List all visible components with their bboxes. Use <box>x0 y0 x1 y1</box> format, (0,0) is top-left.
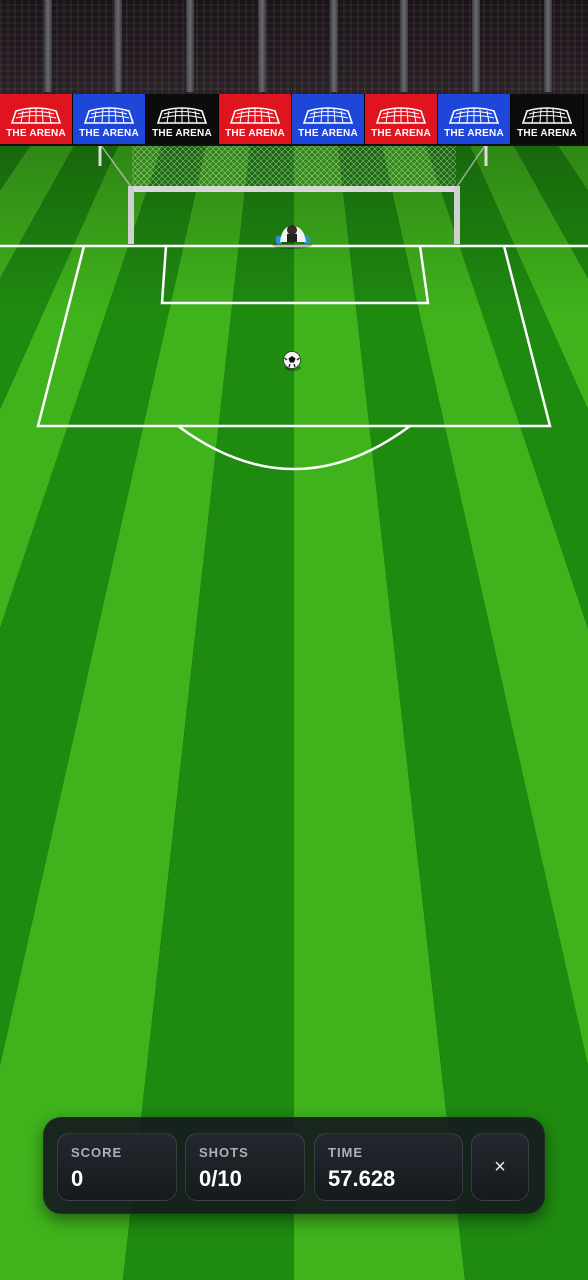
stand-post <box>114 0 122 92</box>
stadium-logo-icon <box>448 107 500 124</box>
ad-board: THE ARENA <box>0 94 73 144</box>
ad-board: THE ARENA <box>292 94 365 144</box>
stand-post <box>400 0 408 92</box>
advertising-boards: THE ARENA THE ARENA THE ARENA THE ARENA THE … <box>0 94 588 146</box>
stadium-logo-icon <box>375 107 427 124</box>
ad-board-text: THE ARENA <box>79 128 139 139</box>
ad-board: THE ARENA <box>511 94 584 144</box>
time-value: 57.628 <box>328 1166 396 1191</box>
ad-board: THE ARENA <box>365 94 438 144</box>
football[interactable] <box>283 351 302 372</box>
stadium-stands <box>0 0 588 96</box>
ad-board-text: THE ARENA <box>517 128 577 139</box>
ad-board: THE ARENA <box>438 94 511 144</box>
time-label: TIME <box>328 1145 364 1160</box>
close-icon: × <box>494 1155 506 1178</box>
stadium-logo-icon <box>302 107 354 124</box>
score-value: 0 <box>71 1166 84 1191</box>
shots-label: SHOTS <box>199 1145 249 1160</box>
shots-value: 0/10 <box>199 1166 242 1191</box>
ad-board-text: THE ARENA <box>298 128 358 139</box>
ad-board-text: THE ARENA <box>371 128 431 139</box>
game-stage: THE ARENA THE ARENA THE ARENA THE ARENA THE … <box>0 0 588 1280</box>
goal-net <box>98 146 488 189</box>
ad-board: THE ARENA <box>73 94 146 144</box>
stadium-logo-icon <box>83 107 135 124</box>
stadium-logo-icon <box>521 107 573 124</box>
hud-panel: SCORE 0 SHOTS 0/10 TIME 57.628 × <box>43 1117 545 1214</box>
time-card: TIME 57.628 <box>314 1133 463 1201</box>
pitch-svg <box>0 146 588 1280</box>
stadium-logo-icon <box>229 107 281 124</box>
stand-post <box>472 0 480 92</box>
stadium-logo-icon <box>156 107 208 124</box>
ad-board-text: THE ARENA <box>152 128 212 139</box>
score-label: SCORE <box>71 1145 123 1160</box>
ad-board: THE ARENA <box>219 94 292 144</box>
football-pitch[interactable] <box>0 146 588 1280</box>
ad-board: THE ARENA <box>146 94 219 144</box>
stand-post <box>330 0 338 92</box>
stand-post <box>44 0 52 92</box>
stand-post <box>258 0 266 92</box>
shots-card: SHOTS 0/10 <box>185 1133 305 1201</box>
stand-post <box>544 0 552 92</box>
stand-post <box>186 0 194 92</box>
ad-board-text: THE ARENA <box>6 128 66 139</box>
close-button[interactable]: × <box>471 1133 529 1201</box>
ad-board-text: THE ARENA <box>444 128 504 139</box>
score-card: SCORE 0 <box>57 1133 177 1201</box>
ad-board-text: THE ARENA <box>225 128 285 139</box>
stadium-logo-icon <box>10 107 62 124</box>
